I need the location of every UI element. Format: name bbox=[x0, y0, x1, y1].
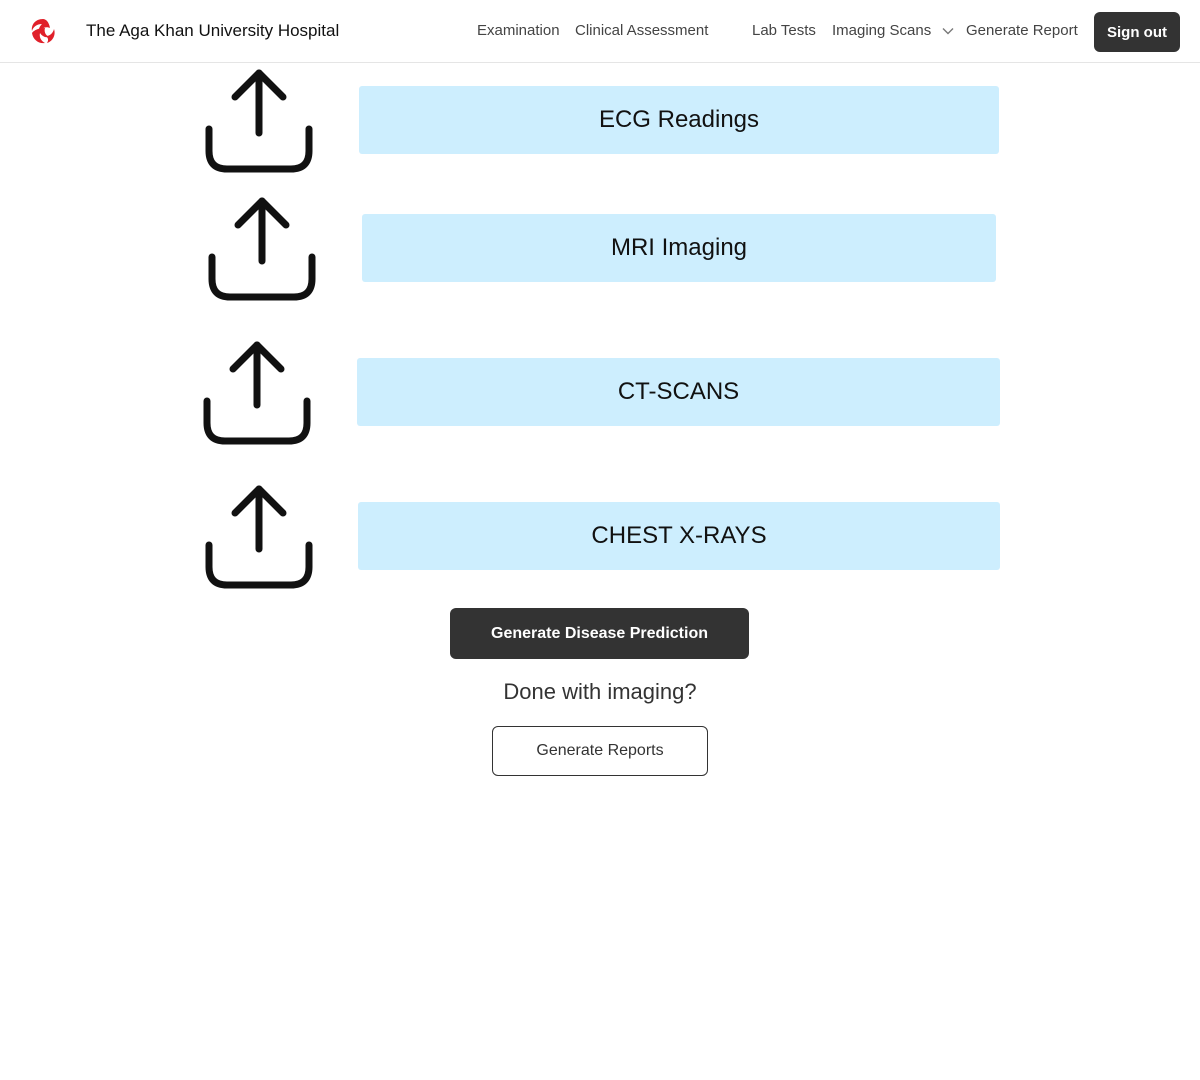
done-with-imaging-text: Done with imaging? bbox=[503, 679, 697, 704]
brand-title: The Aga Khan University Hospital bbox=[86, 21, 340, 40]
chest-x-rays-button[interactable]: CHEST X-RAYS bbox=[358, 502, 1000, 570]
top-navbar: The Aga Khan University Hospital Examina… bbox=[0, 0, 1200, 63]
ecg-readings-label: ECG Readings bbox=[598, 106, 760, 133]
upload-icon[interactable] bbox=[203, 339, 311, 445]
mri-imaging-button[interactable]: MRI Imaging bbox=[362, 214, 996, 282]
upload-icon[interactable] bbox=[205, 67, 313, 173]
ct-scans-button[interactable]: CT-SCANS bbox=[357, 358, 1000, 426]
upload-icon[interactable] bbox=[208, 195, 316, 301]
upload-icon[interactable] bbox=[205, 483, 313, 589]
nav-imaging-scans[interactable]: Imaging Scans bbox=[832, 22, 931, 39]
nav-lab-tests[interactable]: Lab Tests bbox=[752, 22, 816, 39]
mri-imaging-label: MRI Imaging bbox=[610, 234, 748, 261]
sign-out-button[interactable]: Sign out bbox=[1094, 12, 1180, 52]
ecg-readings-button[interactable]: ECG Readings bbox=[359, 86, 999, 154]
nav-clinical-assessment[interactable]: Clinical Assessment bbox=[575, 22, 708, 39]
ct-scans-label: CT-SCANS bbox=[617, 378, 740, 405]
hospital-logo-icon[interactable] bbox=[28, 16, 58, 46]
generate-disease-prediction-button[interactable]: Generate Disease Prediction bbox=[450, 608, 749, 659]
generate-reports-button[interactable]: Generate Reports bbox=[492, 726, 708, 776]
page: The Aga Khan University Hospital Examina… bbox=[0, 0, 1200, 1080]
nav-examination[interactable]: Examination bbox=[477, 22, 560, 39]
chest-x-rays-label: CHEST X-RAYS bbox=[591, 522, 767, 549]
nav-generate-report[interactable]: Generate Report bbox=[966, 22, 1078, 39]
chevron-down-icon[interactable] bbox=[942, 27, 954, 35]
